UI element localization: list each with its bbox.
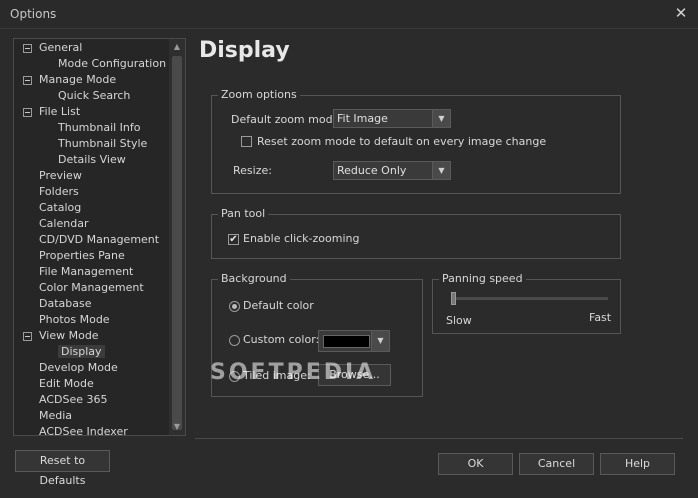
cancel-button[interactable]: Cancel	[519, 453, 594, 475]
tree-item-label: Catalog	[39, 201, 82, 214]
tree-item[interactable]: File Management	[39, 264, 133, 280]
tree-item-label: Color Management	[39, 281, 144, 294]
tree-item-label: Database	[39, 297, 92, 310]
tree-item-label: Manage Mode	[39, 73, 117, 86]
tree-item-label: ACDSee 365	[39, 393, 108, 406]
tree-item[interactable]: ACDSee Indexer	[39, 424, 128, 436]
tree-item-label: Mode Configuration	[58, 57, 167, 70]
custom-color-label[interactable]: Custom color:	[243, 333, 319, 347]
tree-item[interactable]: Thumbnail Style	[58, 136, 147, 152]
default-color-radio[interactable]	[229, 301, 240, 312]
tree-item-label: Folders	[39, 185, 79, 198]
tree-item[interactable]: Database	[39, 296, 92, 312]
resize-value: Reduce Only	[337, 164, 407, 177]
tree-item[interactable]: Preview	[39, 168, 82, 184]
custom-color-radio[interactable]	[229, 335, 240, 346]
tree-item-label: View Mode	[39, 329, 99, 342]
tree-item-label: Media	[39, 409, 73, 422]
watermark-text: SOFTPEDIA	[210, 360, 377, 385]
tree-item[interactable]: Details View	[58, 152, 126, 168]
tree-item[interactable]: Photos Mode	[39, 312, 110, 328]
tree-item-label: File Management	[39, 265, 134, 278]
resize-label: Resize:	[233, 164, 272, 177]
panning-speed-track[interactable]	[452, 297, 608, 300]
chevron-down-icon: ▼	[432, 110, 450, 127]
tree-item[interactable]: Media	[39, 408, 72, 424]
collapse-icon[interactable]	[23, 76, 32, 85]
tree-item[interactable]: CD/DVD Management	[39, 232, 159, 248]
reset-zoom-checkbox[interactable]	[241, 136, 252, 147]
tree-item[interactable]: Develop Mode	[39, 360, 118, 376]
tree-item-label: Details View	[58, 153, 126, 166]
scroll-up-icon[interactable]: ▲	[169, 40, 185, 54]
collapse-icon[interactable]	[23, 332, 32, 341]
collapse-icon[interactable]	[23, 44, 32, 53]
tree-item-label: Display	[58, 345, 105, 358]
tree-item[interactable]: File List	[23, 104, 81, 120]
tree-item-label: Calendar	[39, 217, 89, 230]
tree-item[interactable]: Folders	[39, 184, 79, 200]
tree-item[interactable]: ACDSee 365	[39, 392, 108, 408]
collapse-icon[interactable]	[23, 108, 32, 117]
tree-item[interactable]: View Mode	[23, 328, 99, 344]
reset-zoom-label[interactable]: Reset zoom mode to default on every imag…	[257, 135, 546, 149]
click-zoom-label[interactable]: Enable click-zooming	[243, 232, 359, 246]
tree-item-label: Edit Mode	[39, 377, 94, 390]
default-color-label[interactable]: Default color	[243, 299, 314, 313]
tree-item[interactable]: Catalog	[39, 200, 81, 216]
chevron-down-icon: ▼	[432, 162, 450, 179]
scroll-thumb[interactable]	[172, 56, 182, 430]
fast-label: Fast	[589, 311, 612, 324]
tree-scrollbar[interactable]: ▲ ▼	[169, 39, 185, 435]
zoom-options-legend: Zoom options	[218, 88, 300, 102]
close-icon[interactable]: ✕	[672, 4, 690, 22]
tree-item[interactable]: Edit Mode	[39, 376, 94, 392]
default-zoom-combo[interactable]: Fit Image ▼	[333, 109, 451, 128]
options-tree[interactable]: General Mode Configuration Manage Mode Quic…	[13, 38, 186, 436]
ok-button[interactable]: OK	[438, 453, 513, 475]
tree-item-label: Preview	[39, 169, 82, 182]
slow-label: Slow	[446, 314, 472, 327]
panning-speed-legend: Panning speed	[439, 272, 526, 286]
tree-item[interactable]: Properties Pane	[39, 248, 125, 264]
tree-item[interactable]: Quick Search	[58, 88, 130, 104]
tree-item-label: Thumbnail Info	[58, 121, 141, 134]
tree-item[interactable]: General	[23, 40, 83, 56]
resize-combo[interactable]: Reduce Only ▼	[333, 161, 451, 180]
tree-item-label: Properties Pane	[39, 249, 125, 262]
window-title: Options	[10, 7, 57, 21]
tree-item[interactable]: Mode Configuration	[58, 56, 166, 72]
title-bar: Options ✕	[0, 0, 698, 29]
tree-item-label: Photos Mode	[39, 313, 110, 326]
default-zoom-label: Default zoom mode:	[231, 113, 344, 126]
panning-speed-slider[interactable]	[451, 292, 456, 305]
tree-item[interactable]: Calendar	[39, 216, 88, 232]
scroll-down-icon[interactable]: ▼	[169, 420, 185, 434]
tree-item-label: Quick Search	[58, 89, 131, 102]
pan-tool-legend: Pan tool	[218, 207, 269, 221]
help-button[interactable]: Help	[600, 453, 675, 475]
default-zoom-value: Fit Image	[337, 112, 388, 125]
background-legend: Background	[218, 272, 290, 286]
tree-item[interactable]: Color Management	[39, 280, 144, 296]
custom-color-picker[interactable]: ▼	[318, 330, 390, 352]
tree-item-label: CD/DVD Management	[39, 233, 160, 246]
tree-item-label: Thumbnail Style	[58, 137, 148, 150]
tree-item[interactable]: Display	[58, 344, 105, 360]
tree-item[interactable]: Thumbnail Info	[58, 120, 141, 136]
chevron-down-icon: ▼	[371, 331, 389, 351]
page-title: Display	[199, 38, 290, 63]
tree-item[interactable]: Manage Mode	[23, 72, 117, 88]
tree-item-label: General	[39, 41, 83, 54]
color-swatch	[323, 335, 370, 348]
tree-item-label: ACDSee Indexer	[39, 425, 128, 436]
footer-separator	[195, 438, 683, 439]
reset-defaults-button[interactable]: Reset to Defaults	[15, 450, 110, 487]
tree-item-label: Develop Mode	[39, 361, 118, 374]
click-zoom-checkbox[interactable]: ✔	[228, 234, 239, 245]
tree-item-label: File List	[39, 105, 81, 118]
